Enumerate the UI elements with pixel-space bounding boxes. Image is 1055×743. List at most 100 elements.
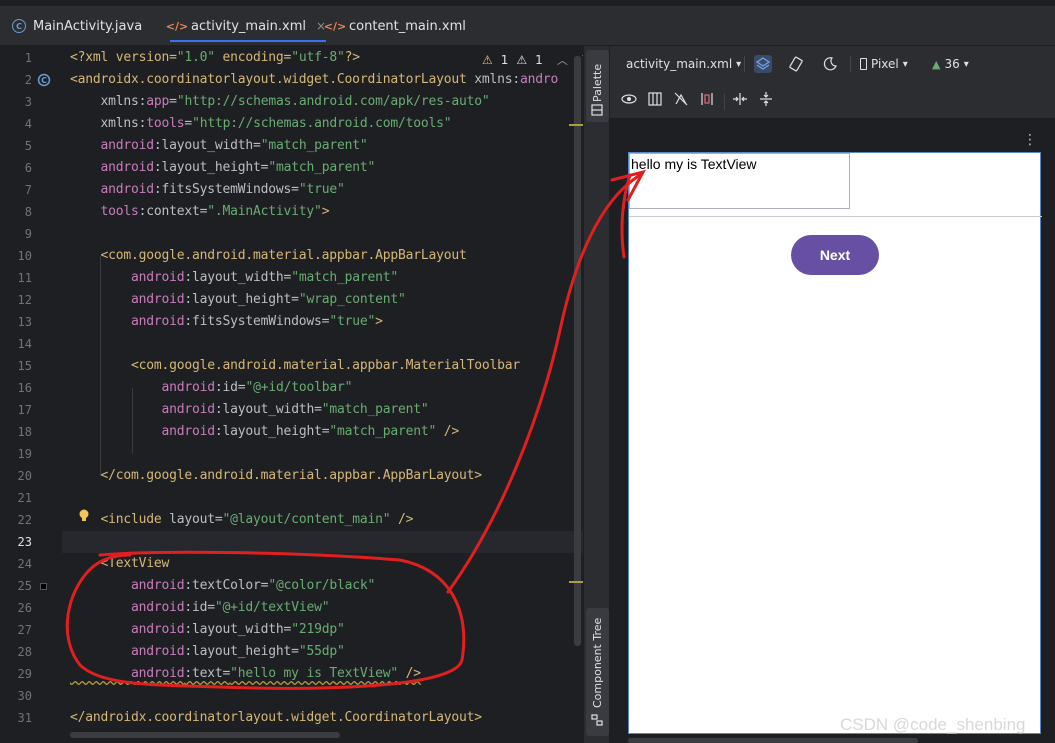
- line-number: 26: [17, 601, 32, 615]
- line-number: 1: [24, 51, 32, 65]
- tab-content-main-xml[interactable]: </> content_main.xml: [323, 10, 466, 42]
- code-line: <com.google.android.material.appbar.Mate…: [70, 358, 520, 373]
- inspection-widget[interactable]: ⚠1 ⚠1 ︿ ﹀: [482, 52, 583, 68]
- line-number: 14: [17, 337, 32, 351]
- autoconnect-off-icon[interactable]: [672, 90, 690, 108]
- file-selector[interactable]: activity_main.xml ▾: [626, 52, 741, 76]
- vertical-scrollbar[interactable]: [574, 56, 581, 646]
- line-number: 16: [17, 381, 32, 395]
- palette-label: Palette: [591, 63, 604, 102]
- horizontal-scrollbar[interactable]: [70, 732, 340, 738]
- line-number: 4: [24, 117, 32, 131]
- xml-icon: </>: [323, 19, 347, 33]
- canvas-horizontal-scrollbar[interactable]: [628, 738, 918, 743]
- line-number: 6: [24, 161, 32, 175]
- orientation-icon[interactable]: [787, 55, 805, 73]
- code-line: android:layout_height="match_parent" />: [70, 424, 460, 439]
- blueprint-toggle-icon[interactable]: [646, 90, 664, 108]
- warning-icon: ⚠: [482, 53, 493, 67]
- svg-text:C: C: [41, 76, 47, 85]
- tab-mainactivity-java[interactable]: C MainActivity.java: [12, 10, 142, 42]
- appbar-outline: [629, 216, 1042, 217]
- api-level-selector[interactable]: ▲ 36 ▾: [932, 52, 969, 76]
- code-line: android:fitsSystemWindows="true": [70, 182, 345, 197]
- chevron-up-icon[interactable]: ︿: [557, 52, 568, 68]
- code-line: tools:context=".MainActivity">: [70, 204, 330, 219]
- line-number: 27: [17, 623, 32, 637]
- color-swatch-icon[interactable]: [40, 583, 47, 590]
- line-number: 5: [24, 139, 32, 153]
- preview-textview-text: hello my is TextView: [631, 156, 757, 172]
- side-tool-strip: Palette Component Tree: [583, 46, 610, 743]
- line-number: 7: [24, 183, 32, 197]
- code-line: android:id="@+id/toolbar": [70, 380, 353, 395]
- weak-warning-icon: ⚠: [516, 53, 528, 67]
- xml-icon: </>: [165, 19, 189, 33]
- line-number: 15: [17, 359, 32, 373]
- tab-activity-main-xml[interactable]: </> activity_main.xml ×: [165, 10, 327, 42]
- line-number: 21: [17, 491, 32, 505]
- more-options-icon[interactable]: ⋮: [1023, 132, 1037, 148]
- line-number: 22: [17, 513, 32, 527]
- line-number: 11: [17, 271, 32, 285]
- phone-icon: [860, 58, 867, 70]
- class-gutter-icon[interactable]: C: [37, 73, 51, 87]
- code-line: </androidx.coordinatorlayout.widget.Coor…: [70, 710, 482, 725]
- watermark: CSDN @code_shenbing: [840, 715, 1026, 734]
- warning-count: 1: [500, 53, 509, 67]
- line-number: 2: [24, 73, 32, 87]
- file-selector-label: activity_main.xml: [626, 57, 733, 71]
- code-line: </com.google.android.material.appbar.App…: [70, 468, 483, 483]
- current-line-highlight: [62, 531, 583, 553]
- line-number: 8: [24, 205, 32, 219]
- java-class-icon: C: [12, 19, 26, 33]
- view-options-icon[interactable]: [620, 90, 638, 108]
- error-stripe-marker[interactable]: [569, 124, 583, 126]
- tab-label: content_main.xml: [349, 18, 466, 34]
- pack-horizontal-icon[interactable]: [731, 90, 749, 108]
- code-line: android:text="hello my is TextView" />: [70, 666, 421, 681]
- code-line: <androidx.coordinatorlayout.widget.Coord…: [70, 72, 559, 87]
- pack-vertical-icon[interactable]: [757, 90, 775, 108]
- layout-design-panel: activity_main.xml ▾ Pixel ▾ ▲ 36 ▾ ⋮ hel…: [610, 46, 1055, 743]
- palette-icon: [591, 104, 603, 116]
- line-number: 3: [24, 95, 32, 109]
- code-line: android:fitsSystemWindows="true">: [70, 314, 383, 329]
- toolbar-separator: [724, 94, 725, 110]
- palette-button[interactable]: Palette: [586, 50, 609, 122]
- code-line: xmlns:tools="http://schemas.android.com/…: [70, 116, 452, 131]
- code-line: android:layout_width="match_parent": [70, 138, 368, 153]
- device-preview[interactable]: hello my is TextView Next: [628, 152, 1042, 734]
- margin-icon[interactable]: [698, 90, 716, 108]
- night-mode-icon[interactable]: [821, 55, 839, 73]
- line-number: 20: [17, 469, 32, 483]
- code-line: android:layout_height="55dp": [70, 644, 345, 659]
- preview-textview[interactable]: hello my is TextView: [629, 153, 850, 209]
- device-selector[interactable]: Pixel ▾: [860, 52, 908, 76]
- design-canvas[interactable]: ⋮ hello my is TextView Next: [610, 118, 1055, 743]
- line-number: 19: [17, 447, 32, 461]
- component-tree-label: Component Tree: [591, 617, 604, 708]
- preview-next-button[interactable]: Next: [791, 235, 879, 275]
- code-line: <?xml version="1.0" encoding="utf-8"?>: [70, 50, 360, 65]
- code-line: <com.google.android.material.appbar.AppB…: [70, 248, 467, 263]
- code-editor[interactable]: 1 2 3 4 5 6 7 8 9 10 11 12 13 14 15 16 1…: [0, 46, 583, 743]
- device-label: Pixel: [871, 57, 899, 71]
- api-level-label: 36: [944, 57, 960, 71]
- component-tree-button[interactable]: Component Tree: [586, 608, 609, 736]
- lightbulb-icon[interactable]: [78, 509, 90, 523]
- chevron-down-icon: ▾: [902, 58, 908, 70]
- tab-label: activity_main.xml: [191, 18, 307, 34]
- editor-tab-bar: C MainActivity.java </> activity_main.xm…: [0, 0, 1055, 46]
- code-line: android:layout_width="match_parent": [70, 270, 398, 285]
- code-line: android:layout_width="match_parent": [70, 402, 429, 417]
- design-surface-icon[interactable]: [754, 55, 772, 73]
- line-number: 23: [17, 535, 32, 549]
- line-number: 29: [17, 667, 32, 681]
- error-stripe-marker[interactable]: [569, 581, 583, 583]
- line-number: 25: [17, 579, 32, 593]
- line-number: 31: [17, 711, 32, 725]
- toolbar-separator: [744, 56, 745, 72]
- code-line: <TextView: [70, 556, 170, 571]
- line-number-gutter: 1 2 3 4 5 6 7 8 9 10 11 12 13 14 15 16 1…: [0, 46, 62, 743]
